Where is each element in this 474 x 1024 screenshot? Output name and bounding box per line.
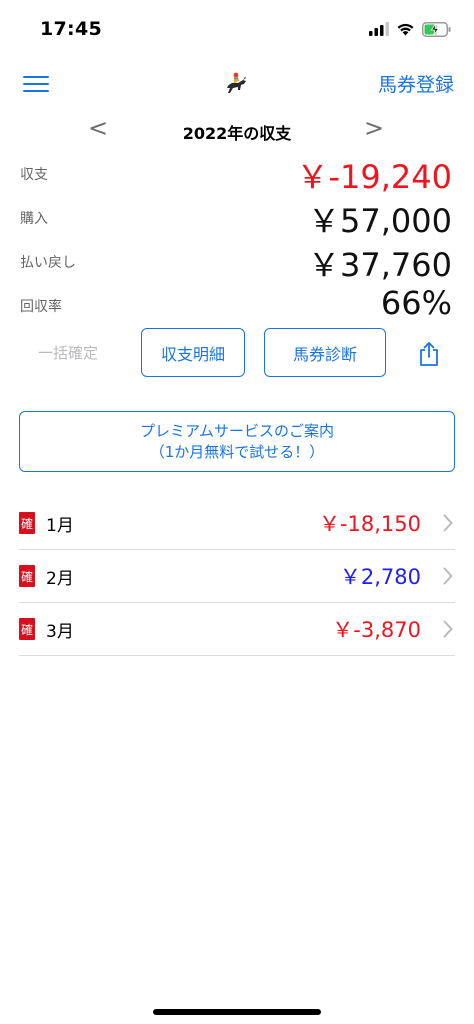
summary-value: ￥-19,240 — [296, 158, 452, 196]
nav-bar: 馬券登録 — [0, 62, 474, 106]
share-icon[interactable] — [417, 341, 441, 367]
year-title: 2022年の収支 — [182, 124, 292, 143]
month-row-january[interactable]: 確 1月 ￥-18,150 — [19, 497, 455, 550]
chevron-right-icon — [443, 620, 453, 638]
month-amount: ￥-3,870 — [332, 618, 421, 642]
hamburger-menu-icon[interactable] — [20, 72, 52, 96]
month-list: 確 1月 ￥-18,150 確 2月 ￥2,780 確 3月 ￥-3,870 — [19, 497, 455, 656]
cellular-signal-icon — [369, 22, 389, 36]
month-row-february[interactable]: 確 2月 ￥2,780 — [19, 550, 455, 603]
summary-label: 回収率 — [20, 299, 62, 315]
status-time: 17:45 — [40, 18, 102, 40]
bulk-confirm-button[interactable]: 一括確定 — [38, 342, 98, 363]
summary-label: 払い戻し — [20, 255, 76, 271]
confirmed-badge: 確 — [19, 512, 35, 534]
month-label: 3月 — [46, 622, 74, 642]
register-ticket-button[interactable]: 馬券登録 — [378, 70, 454, 97]
summary-row-balance: 収支 ￥-19,240 — [0, 156, 474, 200]
month-amount: ￥-18,150 — [318, 512, 421, 536]
status-icons — [369, 19, 452, 39]
premium-service-button[interactable]: プレミアムサービスのご案内 （1か月無料で試せる！） — [19, 411, 455, 472]
month-label: 1月 — [46, 516, 74, 536]
summary-value: 66% — [380, 284, 452, 322]
confirmed-badge: 確 — [19, 565, 35, 587]
premium-line-2: （1か月無料で試せる！） — [149, 442, 325, 461]
summary-row-recovery-rate: 回収率 66% — [0, 284, 474, 332]
chevron-right-icon — [443, 514, 453, 532]
wifi-icon — [397, 23, 414, 36]
confirmed-badge: 確 — [19, 618, 35, 640]
battery-charging-icon — [422, 21, 451, 37]
chevron-right-icon — [443, 567, 453, 585]
action-row: 一括確定 収支明細 馬券診断 — [0, 328, 474, 378]
summary-value: ￥57,000 — [308, 202, 452, 240]
next-year-button[interactable]: > — [364, 114, 384, 142]
month-label: 2月 — [46, 569, 74, 589]
month-amount: ￥2,780 — [339, 565, 421, 589]
summary-row-purchase: 購入 ￥57,000 — [0, 200, 474, 244]
premium-line-1: プレミアムサービスのご案内 — [140, 421, 334, 440]
summary-row-payout: 払い戻し ￥37,760 — [0, 244, 474, 288]
year-selector: < 2022年の収支 > — [0, 114, 474, 148]
summary-label: 購入 — [20, 211, 48, 227]
balance-detail-button[interactable]: 収支明細 — [141, 328, 245, 377]
summary-label: 収支 — [20, 167, 48, 183]
month-row-march[interactable]: 確 3月 ￥-3,870 — [19, 603, 455, 656]
home-indicator[interactable] — [153, 1009, 321, 1015]
summary-value: ￥37,760 — [308, 246, 452, 284]
ticket-diagnosis-button[interactable]: 馬券診断 — [264, 328, 386, 377]
status-bar: 17:45 — [0, 0, 474, 56]
jockey-horse-icon — [227, 72, 246, 93]
